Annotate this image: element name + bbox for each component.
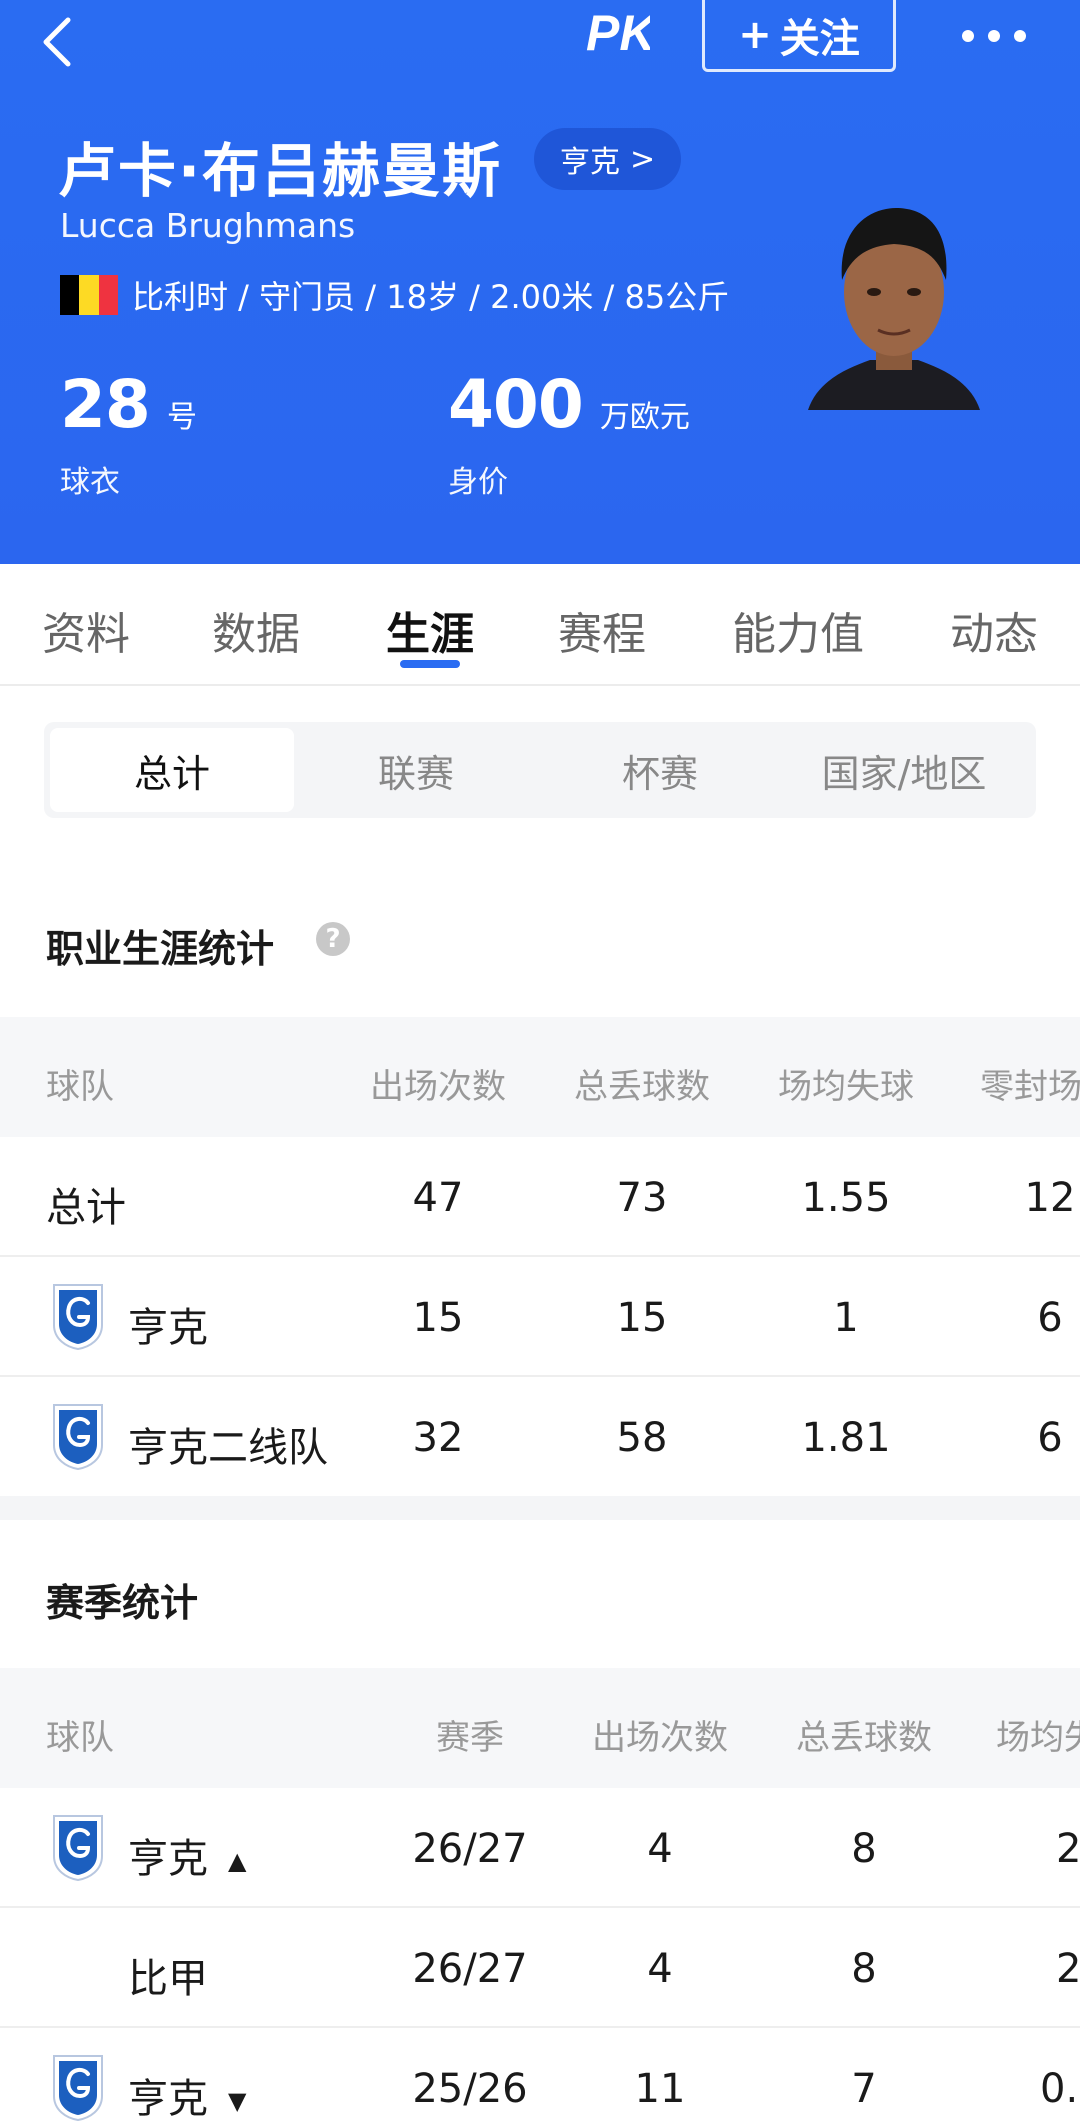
apps-value: 47 — [412, 1175, 464, 1221]
team-name-text: 亨克 — [128, 2076, 208, 2122]
shirt-number: 28 — [60, 366, 151, 443]
shirt-number-stat: 28 号 球衣 — [60, 366, 197, 501]
col-team: 球队 — [46, 1067, 114, 1107]
svg-text:PK: PK — [586, 5, 650, 61]
season-value: 26/27 — [412, 1826, 528, 1872]
shirt-label: 球衣 — [60, 465, 120, 500]
conceded-value: 58 — [616, 1415, 668, 1461]
apps-value: 4 — [647, 1946, 673, 1992]
tab-schedule[interactable]: 赛程 — [558, 598, 646, 662]
col-conceded: 总丢球数 — [796, 1718, 932, 1758]
col-apps: 出场次数 — [592, 1718, 728, 1758]
chevron-right-icon: > — [630, 141, 656, 177]
conceded-value: 8 — [851, 1826, 877, 1872]
avg-value: 1 — [833, 1295, 859, 1341]
belgium-flag-icon — [60, 275, 118, 315]
conceded-value: 15 — [616, 1295, 668, 1341]
conceded-value: 7 — [851, 2066, 877, 2112]
avg-value: 0.6 — [1040, 2066, 1080, 2112]
table-row[interactable]: 亨克 ▼ 25/26 11 7 0.6 — [0, 2028, 1080, 2127]
help-icon[interactable]: ? — [316, 922, 350, 956]
clean-value: 6 — [1037, 1415, 1063, 1461]
team-name: 总计 — [46, 1185, 126, 1231]
expand-caret-icon[interactable]: ▼ — [228, 2087, 246, 2115]
career-stats-title: 职业生涯统计 — [46, 927, 275, 971]
segment-league[interactable]: 联赛 — [294, 728, 538, 812]
genk-crest-icon — [53, 2055, 103, 2122]
segment-total[interactable]: 总计 — [50, 728, 294, 812]
stats-filter-segment: 总计 联赛 杯赛 国家/地区 — [44, 722, 1036, 818]
collapse-caret-icon[interactable]: ▲ — [228, 1847, 246, 1875]
team-link-label: 亨克 — [560, 145, 620, 180]
col-season: 赛季 — [436, 1718, 504, 1758]
player-info-row: 比利时 / 守门员 / 18岁 / 2.00米 / 85公斤 — [60, 272, 729, 318]
col-conceded: 总丢球数 — [574, 1067, 710, 1107]
season-table-header: 球队 赛季 出场次数 总丢球数 场均失 — [0, 1668, 1080, 1788]
section-divider — [0, 1496, 1080, 1520]
league-name: 比甲 — [128, 1956, 208, 2002]
pk-logo-icon: PK — [586, 5, 650, 61]
avg-value: 2 — [1056, 1826, 1080, 1872]
profile-tabs: 资料 数据 生涯 赛程 能力值 动态 — [0, 564, 1080, 686]
col-team: 球队 — [46, 1718, 114, 1758]
more-icon[interactable] — [962, 18, 1038, 54]
segment-national[interactable]: 国家/地区 — [782, 728, 1026, 812]
plus-icon: + — [738, 11, 772, 58]
market-value-label: 身价 — [448, 465, 508, 500]
team-name: 亨克 — [128, 1305, 208, 1351]
market-value-stat: 400 万欧元 身价 — [448, 366, 690, 501]
table-row[interactable]: 比甲 26/27 4 8 2 — [0, 1908, 1080, 2028]
season-stats-title: 赛季统计 — [46, 1581, 199, 1625]
clean-value: 12 — [1024, 1175, 1076, 1221]
genk-crest-icon — [53, 1404, 103, 1471]
player-name: 卢卡·布吕赫曼斯 — [58, 137, 503, 205]
tab-profile[interactable]: 资料 — [42, 598, 130, 662]
apps-value: 32 — [412, 1415, 464, 1461]
conceded-value: 73 — [616, 1175, 668, 1221]
table-row[interactable]: 亨克二线队 32 58 1.81 6 — [0, 1377, 1080, 1497]
segment-cup[interactable]: 杯赛 — [538, 728, 782, 812]
team-name-text: 亨克 — [128, 1836, 208, 1882]
genk-crest-icon — [53, 1284, 103, 1351]
tab-career[interactable]: 生涯 — [386, 598, 474, 662]
follow-button[interactable]: + 关注 — [702, 0, 896, 72]
col-avg-conceded: 场均失 — [996, 1718, 1080, 1758]
col-apps: 出场次数 — [370, 1067, 506, 1107]
conceded-value: 8 — [851, 1946, 877, 1992]
back-arrow-icon[interactable] — [34, 8, 94, 74]
col-avg-conceded: 场均失球 — [778, 1067, 914, 1107]
tab-data[interactable]: 数据 — [212, 598, 300, 662]
player-info-text: 比利时 / 守门员 / 18岁 / 2.00米 / 85公斤 — [132, 278, 730, 316]
clean-value: 6 — [1037, 1295, 1063, 1341]
apps-value: 15 — [412, 1295, 464, 1341]
career-table-header: 球队 出场次数 总丢球数 场均失球 零封场 — [0, 1017, 1080, 1137]
col-clean-sheets: 零封场 — [980, 1067, 1080, 1107]
avg-value: 1.55 — [801, 1175, 891, 1221]
apps-value: 4 — [647, 1826, 673, 1872]
active-tab-indicator — [400, 660, 460, 668]
tab-ability[interactable]: 能力值 — [732, 598, 864, 662]
apps-value: 11 — [634, 2066, 686, 2112]
team-name: 亨克 ▲ — [128, 1826, 246, 1884]
table-row[interactable]: 总计 47 73 1.55 12 — [0, 1137, 1080, 1257]
market-value: 400 — [448, 366, 584, 443]
season-value: 26/27 — [412, 1946, 528, 1992]
player-english-name: Lucca Brughmans — [60, 206, 356, 245]
team-name: 亨克 ▼ — [128, 2066, 246, 2124]
season-value: 25/26 — [412, 2066, 528, 2112]
follow-label: 关注 — [779, 15, 860, 62]
team-link[interactable]: 亨克 > — [534, 128, 682, 190]
tab-news[interactable]: 动态 — [950, 598, 1038, 662]
player-header: PK + 关注 卢卡·布吕赫曼斯 亨克 > Lucca Brughmans 比利… — [0, 0, 1080, 564]
avg-value: 2 — [1056, 1946, 1080, 1992]
avg-value: 1.81 — [801, 1415, 891, 1461]
player-photo — [808, 208, 980, 410]
genk-crest-icon — [53, 1815, 103, 1882]
table-row[interactable]: 亨克 15 15 1 6 — [0, 1257, 1080, 1377]
table-row[interactable]: 亨克 ▲ 26/27 4 8 2 — [0, 1788, 1080, 1908]
team-name: 亨克二线队 — [128, 1425, 328, 1471]
shirt-unit: 号 — [166, 400, 197, 435]
market-value-unit: 万欧元 — [599, 400, 690, 435]
